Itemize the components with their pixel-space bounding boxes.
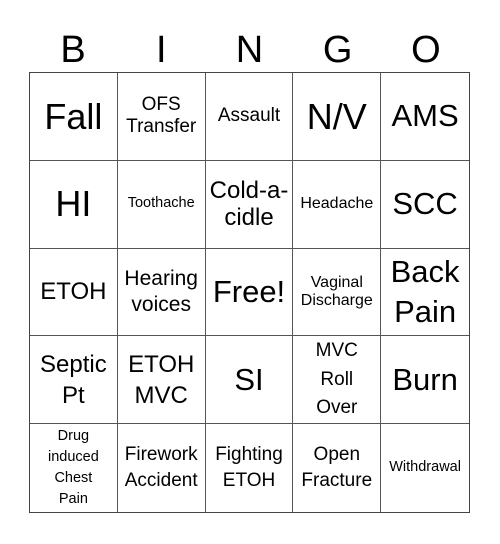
- bingo-cell[interactable]: Back Pain: [381, 249, 469, 337]
- header-letter-g: G: [322, 29, 353, 71]
- bingo-cell[interactable]: AMS: [381, 73, 469, 161]
- header-letter-o: O: [411, 29, 441, 71]
- bingo-cell[interactable]: SI: [205, 336, 294, 425]
- bingo-cell[interactable]: Headache: [293, 160, 382, 249]
- bingo-cell[interactable]: Cold-a-cidle: [205, 160, 294, 249]
- free-space-cell[interactable]: Free!: [205, 248, 294, 337]
- bingo-cell[interactable]: Fighting ETOH: [206, 424, 294, 512]
- bingo-cell[interactable]: Toothache: [117, 160, 206, 249]
- bingo-card-grid: Fall OFS Transfer Assault N/V AMS HI Too…: [29, 72, 470, 513]
- header-letter-n: N: [235, 29, 264, 71]
- bingo-cell[interactable]: N/V: [293, 73, 382, 161]
- bingo-cell[interactable]: Vaginal Discharge: [293, 248, 382, 337]
- header-letter-i: I: [156, 29, 167, 71]
- bingo-cell[interactable]: Firework Accident: [118, 424, 206, 512]
- bingo-cell[interactable]: Hearing voices: [117, 248, 206, 337]
- bingo-cell[interactable]: Drug induced Chest Pain: [30, 424, 118, 512]
- bingo-cell[interactable]: ETOH: [30, 248, 118, 337]
- bingo-cell[interactable]: Fall: [30, 73, 118, 161]
- bingo-cell[interactable]: Septic Pt: [30, 336, 118, 425]
- bingo-cell[interactable]: SCC: [381, 161, 469, 249]
- bingo-cell[interactable]: OFS Transfer: [117, 73, 206, 161]
- bingo-header: B I N G O: [29, 28, 470, 72]
- bingo-cell[interactable]: Open Fracture: [293, 424, 382, 512]
- bingo-cell[interactable]: Withdrawal: [381, 424, 469, 512]
- bingo-cell[interactable]: Burn: [381, 336, 469, 425]
- bingo-cell[interactable]: Assault: [205, 73, 294, 161]
- header-letter-b: B: [60, 29, 86, 71]
- bingo-cell[interactable]: HI: [30, 160, 118, 249]
- bingo-cell[interactable]: MVC Roll Over: [293, 336, 382, 425]
- bingo-cell[interactable]: ETOH MVC: [117, 336, 206, 425]
